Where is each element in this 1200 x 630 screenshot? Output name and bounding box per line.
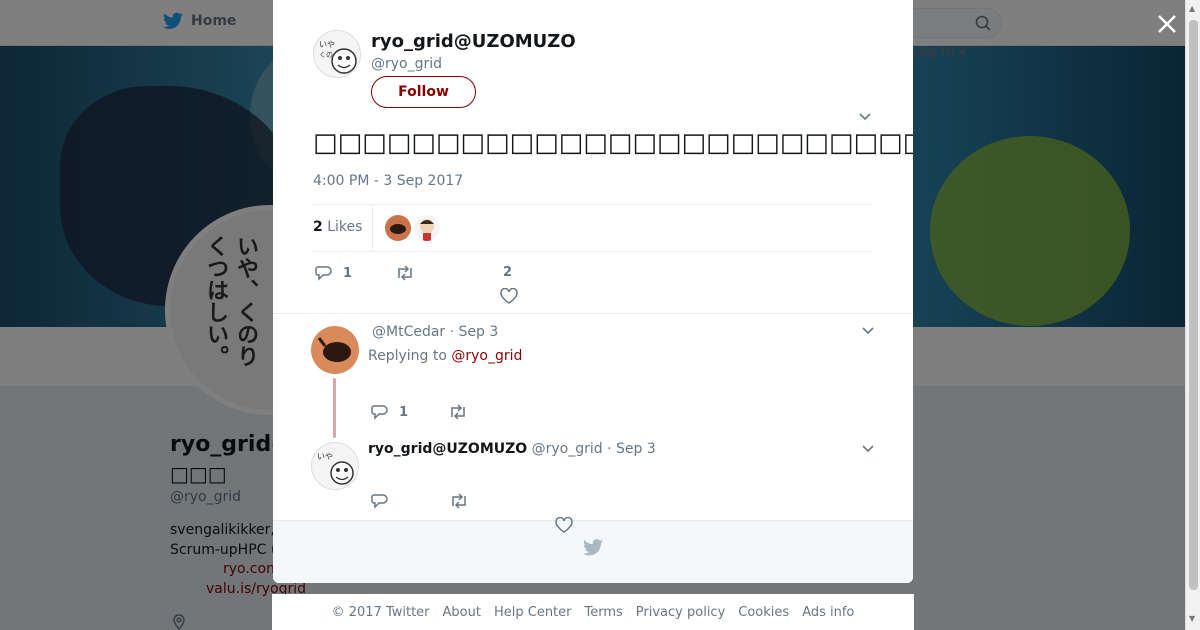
reply-count: 1 xyxy=(399,404,409,420)
footer-link-terms[interactable]: Terms xyxy=(585,605,623,620)
footer-link-cookies[interactable]: Cookies xyxy=(738,605,789,620)
replying-to: Replying to @ryo_grid xyxy=(368,348,522,364)
close-icon[interactable] xyxy=(1154,11,1180,37)
scroll-up-arrow-icon[interactable]: ▲ xyxy=(1189,4,1195,13)
reply-icon xyxy=(315,266,332,281)
scroll-down-arrow-icon[interactable]: ▼ xyxy=(1189,614,1195,623)
replying-prefix: Replying to xyxy=(368,348,447,364)
chevron-down-icon[interactable] xyxy=(858,112,872,122)
reply-handle[interactable]: @MtCedar xyxy=(372,324,445,340)
reply-avatar[interactable]: いや xyxy=(311,442,359,490)
footer-link-about[interactable]: About xyxy=(443,605,481,620)
likes-number: 2 xyxy=(313,219,323,235)
author-handle[interactable]: @ryo_grid xyxy=(371,56,442,72)
svg-text:くの: くの xyxy=(319,51,333,59)
author-avatar[interactable]: いや くの xyxy=(313,30,361,78)
likes-count[interactable]: 2 Likes xyxy=(313,219,362,235)
page-footer: © 2017 Twitter About Help Center Terms P… xyxy=(272,594,914,630)
reply-header: ryo_grid@UZOMUZO @ryo_grid · Sep 3 xyxy=(368,441,656,457)
tweet-stats: 2 Likes xyxy=(313,204,873,252)
tweet-text: □□□□□□□□□□□□□□□□□□□□□□□□□□□□□□□□□□□□□□□□… xyxy=(313,128,913,158)
reply-button[interactable]: 1 xyxy=(315,265,352,281)
replying-to-link[interactable]: @ryo_grid xyxy=(451,348,522,364)
tweet-modal: いや くの ryo_grid@UZOMUZO @ryo_grid Follow □… xyxy=(273,0,913,583)
footer-link-privacy[interactable]: Privacy policy xyxy=(636,605,725,620)
tweet-actions: 1 2 xyxy=(313,262,873,304)
likes-label: Likes xyxy=(327,219,363,235)
heart-icon[interactable] xyxy=(500,288,518,304)
page-scrollbar[interactable]: ▲ ▼ xyxy=(1185,0,1200,630)
modal-footer xyxy=(273,520,913,583)
retweet-icon[interactable] xyxy=(448,404,468,420)
svg-text:いや: いや xyxy=(317,452,333,461)
retweet-icon[interactable] xyxy=(449,493,469,509)
heart-icon[interactable] xyxy=(555,517,573,533)
footer-link-help-center[interactable]: Help Center xyxy=(494,605,572,620)
author-name[interactable]: ryo_grid@UZOMUZO xyxy=(371,31,576,52)
liker-avatar[interactable] xyxy=(385,215,411,241)
retweet-icon xyxy=(398,265,412,281)
svg-text:いや: いや xyxy=(319,40,335,49)
scrollbar-thumb[interactable] xyxy=(1189,20,1198,590)
reply-avatar[interactable] xyxy=(311,326,359,374)
liker-avatar[interactable] xyxy=(414,215,440,241)
reply-header: @MtCedar · Sep 3 xyxy=(372,324,498,340)
like-action-count: 2 xyxy=(503,265,513,280)
chevron-down-icon[interactable] xyxy=(861,444,875,454)
reply-date[interactable]: · Sep 3 xyxy=(450,324,499,340)
twitter-bird-icon xyxy=(583,539,603,556)
follow-button[interactable]: Follow xyxy=(371,76,476,108)
chevron-down-icon[interactable] xyxy=(861,326,875,336)
reply-date[interactable]: · Sep 3 xyxy=(607,441,656,457)
tweet-timestamp[interactable]: 4:00 PM - 3 Sep 2017 xyxy=(313,173,463,189)
reply-icon xyxy=(371,405,388,420)
retweet-button[interactable] xyxy=(395,265,415,281)
reply-button[interactable]: 1 xyxy=(371,404,408,420)
footer-copyright: © 2017 Twitter xyxy=(331,604,430,620)
reply-icon[interactable] xyxy=(371,493,389,509)
thread-line xyxy=(333,378,336,438)
reply-handle[interactable]: @ryo_grid xyxy=(532,441,603,457)
reply-count: 1 xyxy=(343,265,353,281)
like-count: 2 xyxy=(503,265,512,280)
reply-author-name[interactable]: ryo_grid@UZOMUZO xyxy=(368,441,527,457)
footer-link-ads-info[interactable]: Ads info xyxy=(802,605,854,620)
